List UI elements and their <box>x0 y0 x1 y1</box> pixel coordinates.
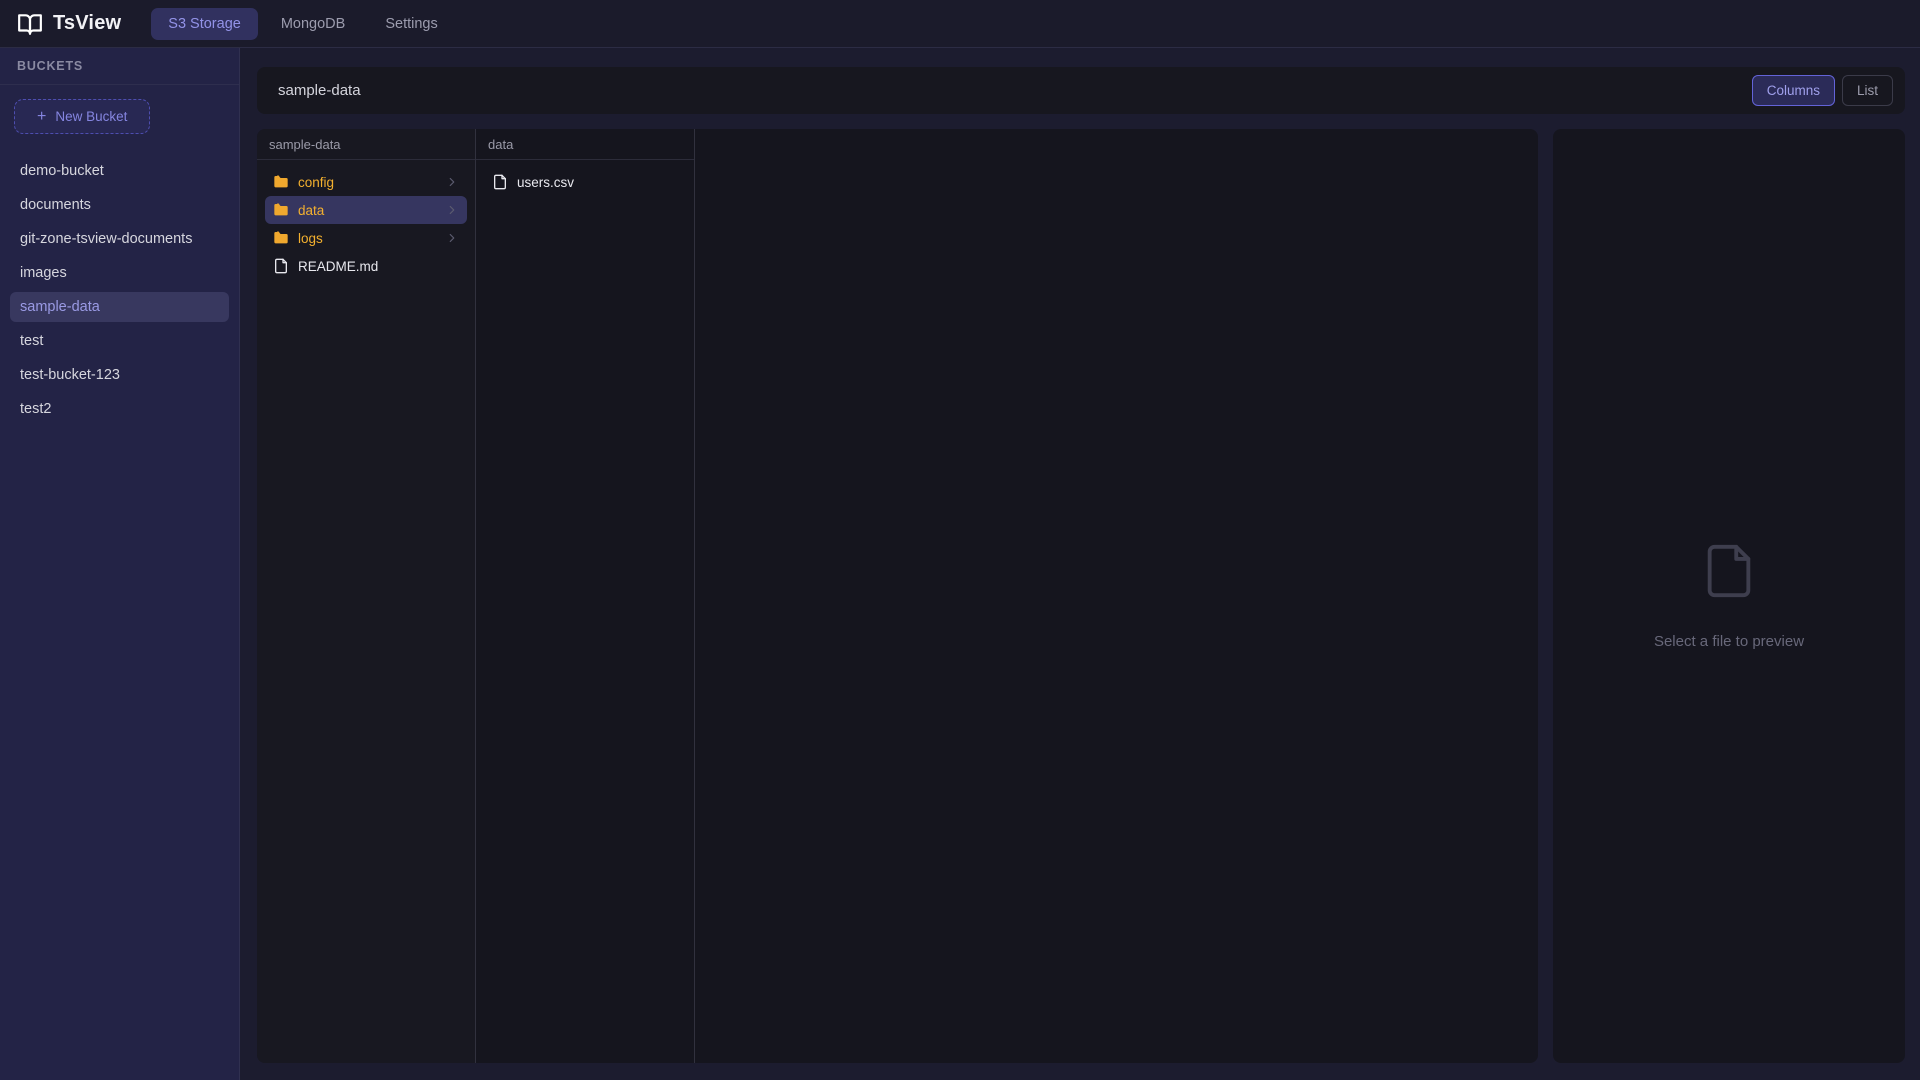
main-area: sample-data Columns List sample-data <box>240 48 1920 1080</box>
top-navbar: TsView S3 Storage MongoDB Settings <box>0 0 1920 48</box>
entry-label: README.md <box>298 259 378 274</box>
preview-placeholder-text: Select a file to preview <box>1654 633 1804 650</box>
entry-label: data <box>298 203 324 218</box>
book-open-icon <box>17 11 43 37</box>
buckets-section-title: BUCKETS <box>0 48 239 85</box>
content-row: sample-data config <box>257 129 1905 1063</box>
entry-folder-logs[interactable]: logs <box>265 224 467 252</box>
nav-tab-settings[interactable]: Settings <box>368 8 454 40</box>
entry-folder-data[interactable]: data <box>265 196 467 224</box>
entry-file-users-csv[interactable]: users.csv <box>484 168 686 196</box>
column-data: data users.csv <box>476 129 695 1063</box>
column-sample-data: sample-data config <box>257 129 476 1063</box>
nav-tab-mongodb[interactable]: MongoDB <box>264 8 362 40</box>
bucket-item-test[interactable]: test <box>10 326 229 356</box>
file-placeholder-icon <box>1700 542 1758 605</box>
folder-icon <box>273 202 289 218</box>
app-title: TsView <box>53 12 121 35</box>
column-body: users.csv <box>476 160 694 204</box>
bucket-header-bar: sample-data Columns List <box>257 67 1905 114</box>
plus-icon: + <box>37 111 46 123</box>
bucket-item-demo-bucket[interactable]: demo-bucket <box>10 156 229 186</box>
buckets-sidebar: BUCKETS + New Bucket demo-bucket documen… <box>0 48 240 1080</box>
folder-icon <box>273 230 289 246</box>
list-view-button[interactable]: List <box>1842 75 1893 106</box>
chevron-right-icon <box>445 203 459 217</box>
nav-tabs: S3 Storage MongoDB Settings <box>151 8 454 40</box>
entry-label: logs <box>298 231 323 246</box>
new-bucket-label: New Bucket <box>55 109 127 124</box>
bucket-list: demo-bucket documents git-zone-tsview-do… <box>0 146 239 428</box>
column-body: config data <box>257 160 475 288</box>
chevron-right-icon <box>445 231 459 245</box>
file-icon <box>273 258 289 274</box>
bucket-item-documents[interactable]: documents <box>10 190 229 220</box>
bucket-item-test2[interactable]: test2 <box>10 394 229 424</box>
view-switch: Columns List <box>1752 75 1893 106</box>
column-header: sample-data <box>257 129 475 160</box>
bucket-item-git-zone-tsview-documents[interactable]: git-zone-tsview-documents <box>10 224 229 254</box>
bucket-item-test-bucket-123[interactable]: test-bucket-123 <box>10 360 229 390</box>
file-icon <box>492 174 508 190</box>
entry-label: config <box>298 175 334 190</box>
column-header: data <box>476 129 694 160</box>
bucket-item-sample-data[interactable]: sample-data <box>10 292 229 322</box>
entry-file-readme[interactable]: README.md <box>265 252 467 280</box>
entry-label: users.csv <box>517 175 574 190</box>
entry-folder-config[interactable]: config <box>265 168 467 196</box>
bucket-item-images[interactable]: images <box>10 258 229 288</box>
columns-view-button[interactable]: Columns <box>1752 75 1835 106</box>
file-columns-panel: sample-data config <box>257 129 1538 1063</box>
new-bucket-wrap: + New Bucket <box>0 85 239 146</box>
folder-icon <box>273 174 289 190</box>
nav-tab-s3-storage[interactable]: S3 Storage <box>151 8 258 40</box>
bucket-title: sample-data <box>278 82 361 99</box>
new-bucket-button[interactable]: + New Bucket <box>14 99 150 134</box>
app-logo: TsView <box>17 11 121 37</box>
chevron-right-icon <box>445 175 459 189</box>
file-preview-panel: Select a file to preview <box>1553 129 1905 1063</box>
